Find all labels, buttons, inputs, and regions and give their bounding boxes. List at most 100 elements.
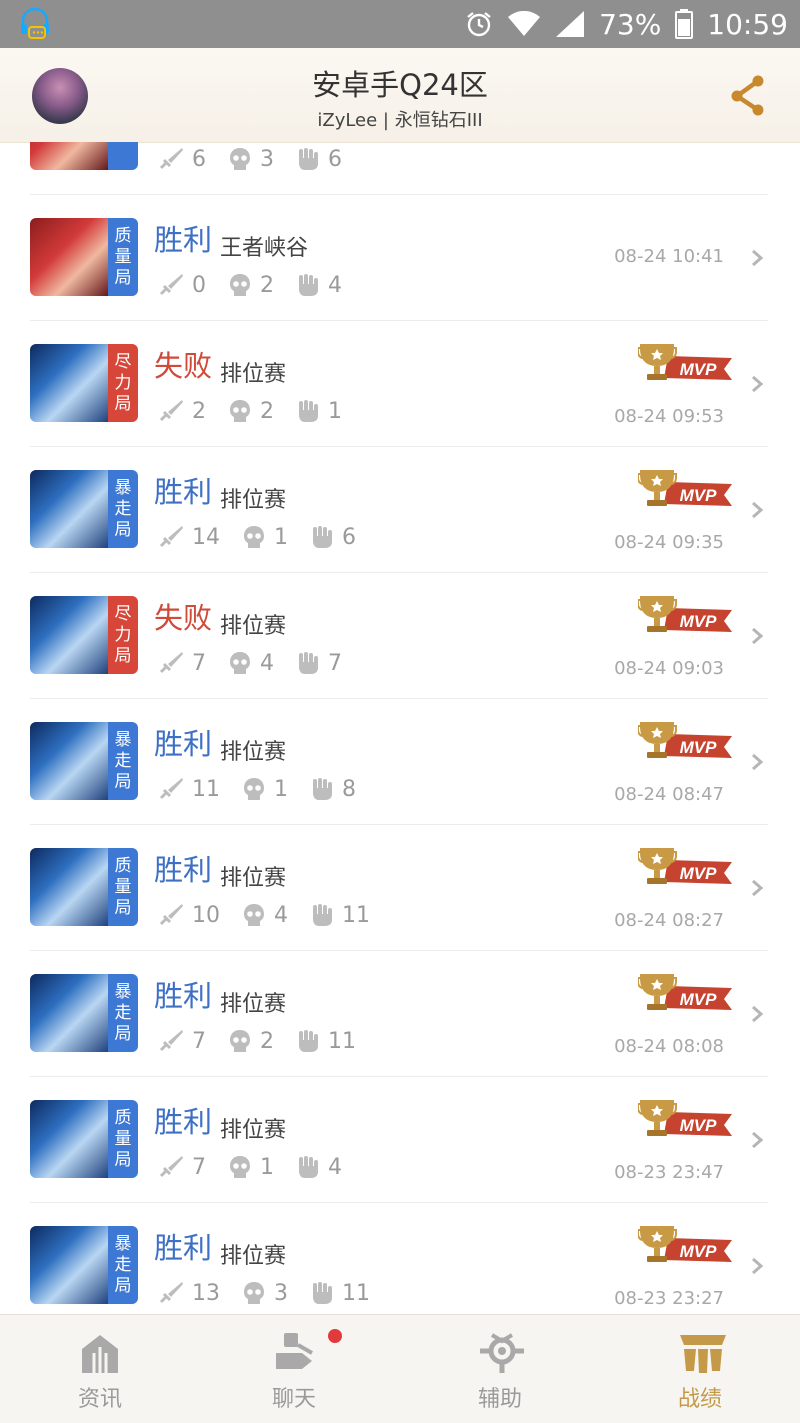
match-row[interactable]: 质量局胜利 排位赛 7 1 4 MVP 08-23 23:47 <box>30 1076 768 1203</box>
match-result: 胜利 <box>154 853 213 887</box>
grade-char: 量 <box>114 1128 132 1149</box>
player-subtitle: iZyLee | 永恒钻石III <box>317 110 483 131</box>
nav-label: 资讯 <box>77 1387 122 1412</box>
match-list[interactable]: 局636质量局胜利王者峡谷02408-24 10:41尽力局失败排位赛221MV… <box>0 142 800 1314</box>
kills-stat: 7 <box>158 1155 206 1180</box>
nav-record[interactable]: 战绩 <box>640 1315 760 1423</box>
deaths-stat: 4 <box>242 903 288 928</box>
match-row[interactable]: 暴走局胜利 排位赛 13 3 11 MVP 08-23 23:27 <box>30 1202 768 1314</box>
match-result: 胜利 <box>154 223 213 257</box>
bottom-nav: 资讯 聊天 辅助 战绩 <box>0 1314 800 1423</box>
match-row[interactable]: 局 6 3 6 <box>30 142 768 195</box>
match-row[interactable]: 暴走局胜利 排位赛 7 2 11 MVP 08-24 08:08 <box>30 950 768 1077</box>
kills-stat: 13 <box>158 1281 220 1306</box>
record-icon <box>680 1335 726 1373</box>
nav-chat[interactable]: 聊天 <box>234 1315 354 1423</box>
kills-value: 14 <box>192 524 220 550</box>
match-row[interactable]: 质量局胜利 王者峡谷 0 2 4 08-24 10:41 <box>30 194 768 321</box>
match-row[interactable]: 尽力局失败 排位赛 7 4 7 MVP 08-24 09:03 <box>30 572 768 699</box>
match-row[interactable]: 质量局胜利 排位赛 10 4 11 MVP 08-24 08:27 <box>30 824 768 951</box>
match-mode: 王者峡谷 <box>220 236 309 261</box>
share-icon[interactable] <box>728 72 768 118</box>
match-grade-tag: 尽力局 <box>108 596 138 674</box>
mvp-badge-icon: MVP <box>638 596 732 632</box>
assist-hand-icon <box>299 274 318 296</box>
match-result: 胜利 <box>154 475 213 509</box>
skull-icon <box>244 1282 264 1304</box>
assists-value: 4 <box>328 1154 342 1180</box>
kda-stats: 7 4 7 <box>158 648 364 678</box>
match-grade-tag: 质量局 <box>108 848 138 926</box>
grade-char: 尽 <box>114 351 132 372</box>
grade-char: 质 <box>114 855 132 876</box>
nav-news[interactable]: 资讯 <box>40 1315 160 1423</box>
nav-assist[interactable]: 辅助 <box>440 1315 560 1423</box>
assists-stat: 11 <box>296 1029 356 1054</box>
hero-portrait <box>30 218 110 296</box>
page-title: 安卓手Q24区 <box>312 68 488 102</box>
deaths-value: 3 <box>260 146 274 172</box>
skull-icon <box>230 400 250 422</box>
assists-value: 7 <box>328 650 342 676</box>
deaths-value: 2 <box>260 1028 274 1054</box>
kills-stat: 7 <box>158 1029 206 1054</box>
match-row[interactable]: 尽力局失败 排位赛 2 2 1 MVP 08-24 09:53 <box>30 320 768 447</box>
mvp-label: MVP <box>680 864 718 883</box>
mvp-badge-icon: MVP <box>638 470 732 506</box>
assists-stat: 6 <box>296 147 342 172</box>
assist-hand-icon <box>313 904 332 926</box>
grade-char: 局 <box>114 393 132 414</box>
match-result: 失败 <box>154 601 213 635</box>
chevron-right-icon <box>752 249 764 267</box>
battery-icon <box>675 9 694 39</box>
match-grade-tag: 暴走局 <box>108 722 138 800</box>
signal-icon <box>556 11 585 37</box>
mvp-label: MVP <box>680 612 718 631</box>
assists-value: 4 <box>328 272 342 298</box>
match-row[interactable]: 暴走局胜利 排位赛 11 1 8 MVP 08-24 08:47 <box>30 698 768 825</box>
match-grade-tag: 暴走局 <box>108 1226 138 1304</box>
hero-portrait <box>30 470 110 548</box>
deaths-stat: 2 <box>228 1029 274 1054</box>
assists-stat: 7 <box>296 651 342 676</box>
kills-stat: 14 <box>158 525 220 550</box>
grade-char: 局 <box>114 1149 132 1170</box>
match-time: 08-24 08:47 <box>614 784 724 805</box>
grade-char: 走 <box>114 1254 132 1275</box>
deaths-value: 1 <box>260 1154 274 1180</box>
skull-icon <box>230 1030 250 1052</box>
chat-icon <box>276 1333 313 1369</box>
chevron-right-icon <box>752 1131 764 1149</box>
kda-stats: 10 4 11 <box>158 900 392 930</box>
match-result: 胜利 <box>154 979 213 1013</box>
chevron-right-icon <box>752 627 764 645</box>
skull-icon <box>244 778 264 800</box>
skull-icon <box>244 526 264 548</box>
sword-icon <box>159 274 183 296</box>
grade-char: 走 <box>114 750 132 771</box>
match-grade-tag: 局 <box>108 142 138 170</box>
news-icon <box>82 1335 118 1373</box>
mvp-label: MVP <box>680 738 718 757</box>
kills-stat: 2 <box>158 399 206 424</box>
deaths-stat: 3 <box>242 1281 288 1306</box>
match-mode: 排位赛 <box>220 488 287 513</box>
grade-char: 局 <box>114 267 132 288</box>
sword-icon <box>159 148 183 170</box>
deaths-value: 1 <box>274 524 288 550</box>
assist-hand-icon <box>299 148 318 170</box>
hero-portrait <box>30 1100 110 1178</box>
kills-value: 11 <box>192 776 220 802</box>
hero-portrait <box>30 722 110 800</box>
assists-stat: 8 <box>310 777 356 802</box>
assists-stat: 11 <box>310 903 370 928</box>
grade-char: 力 <box>114 624 132 645</box>
grade-char: 走 <box>114 1002 132 1023</box>
assists-value: 11 <box>342 902 370 928</box>
skull-icon <box>244 904 264 926</box>
sword-icon <box>159 1030 183 1052</box>
assist-hand-icon <box>299 652 318 674</box>
match-grade-tag: 暴走局 <box>108 470 138 548</box>
hero-portrait <box>30 344 110 422</box>
match-row[interactable]: 暴走局胜利 排位赛 14 1 6 MVP 08-24 09:35 <box>30 446 768 573</box>
